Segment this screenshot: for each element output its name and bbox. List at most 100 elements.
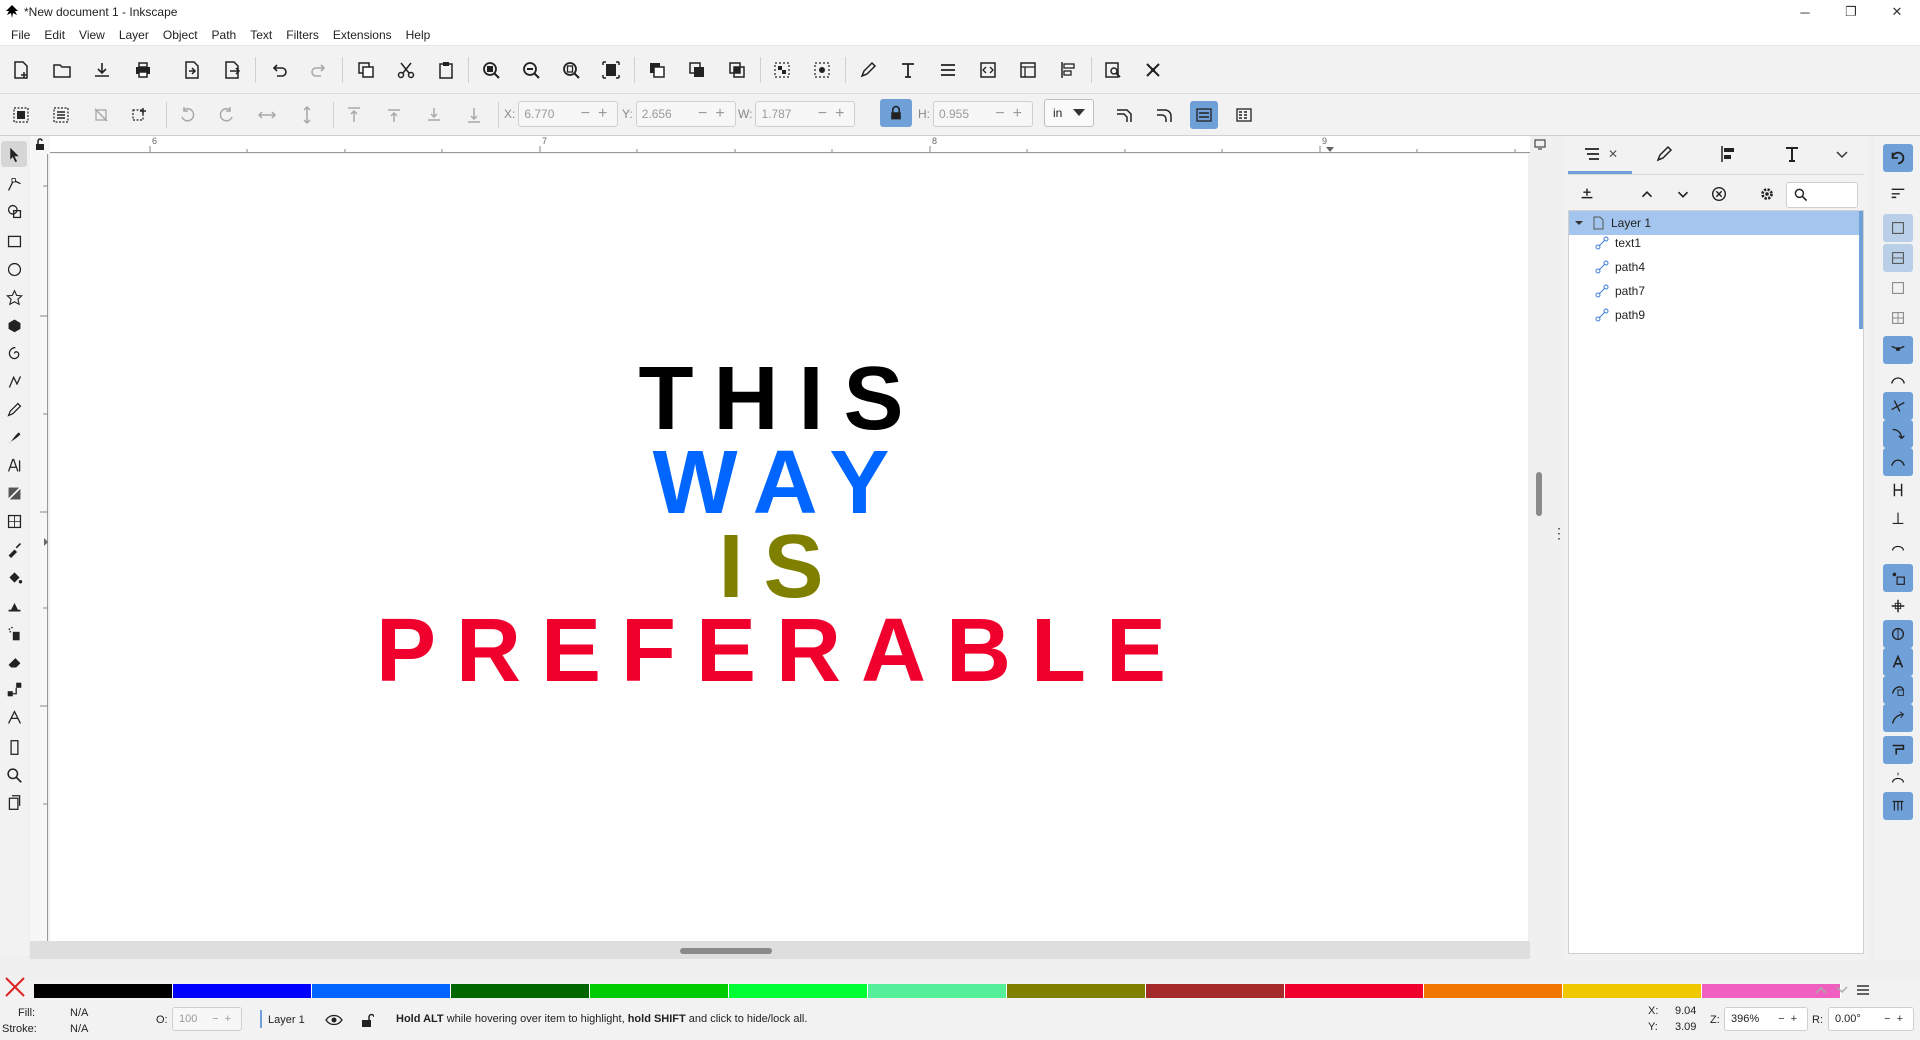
- h-input[interactable]: 0.955 −+: [933, 101, 1033, 127]
- current-layer[interactable]: Layer 1: [268, 1014, 305, 1026]
- flip-horizontal-icon[interactable]: [253, 101, 281, 129]
- menu-path[interactable]: Path: [205, 24, 244, 46]
- gradient-tool-icon[interactable]: [1, 480, 27, 506]
- pencil-tool-icon[interactable]: [1, 396, 27, 422]
- new-document-icon[interactable]: [7, 56, 35, 84]
- canvas-text-line[interactable]: PREFERABLE: [50, 606, 1520, 696]
- drawing-canvas[interactable]: THIS WAY IS PREFERABLE: [50, 154, 1528, 941]
- object-row[interactable]: path7: [1569, 279, 1859, 303]
- selector-tool-icon[interactable]: [1, 141, 27, 167]
- lock-proportions-button[interactable]: [880, 99, 912, 127]
- horizontal-scroll-thumb[interactable]: [680, 948, 772, 954]
- paste-icon[interactable]: [432, 56, 460, 84]
- eraser-tool-icon[interactable]: [1, 648, 27, 674]
- preferences-icon[interactable]: [1099, 56, 1127, 84]
- snap-perpendicular-icon[interactable]: [1883, 504, 1913, 532]
- redo-icon[interactable]: [305, 56, 333, 84]
- color-swatch[interactable]: [868, 984, 1007, 998]
- palette-scroll-down-icon[interactable]: [1836, 985, 1848, 995]
- display-mode-icon[interactable]: [1534, 138, 1546, 150]
- move-gradients-icon[interactable]: [1190, 101, 1218, 129]
- minimize-button[interactable]: ─: [1782, 0, 1828, 24]
- mesh-tool-icon[interactable]: [1, 508, 27, 534]
- color-swatch[interactable]: [590, 984, 729, 998]
- palette-menu-icon[interactable]: [1856, 984, 1870, 996]
- vertical-scrollbar[interactable]: [1530, 136, 1548, 941]
- menu-object[interactable]: Object: [156, 24, 205, 46]
- zoom-selection-icon[interactable]: [477, 56, 505, 84]
- stroke-value[interactable]: N/A: [70, 1023, 88, 1035]
- snap-page-margin-icon[interactable]: [1883, 764, 1913, 792]
- menu-text[interactable]: Text: [243, 24, 279, 46]
- group-icon[interactable]: [768, 56, 796, 84]
- snap-rotation-centers-icon[interactable]: [1883, 592, 1913, 620]
- snap-toggle-icon[interactable]: [1883, 144, 1913, 172]
- star-tool-icon[interactable]: [1, 284, 27, 310]
- color-swatch[interactable]: [1563, 984, 1702, 998]
- snap-tangential-icon[interactable]: [1883, 532, 1913, 560]
- menu-layer[interactable]: Layer: [112, 24, 156, 46]
- open-icon[interactable]: [48, 56, 76, 84]
- settings-button[interactable]: [1758, 180, 1776, 208]
- snap-mask-icon[interactable]: [1883, 704, 1913, 732]
- pages-tool-icon[interactable]: [1, 789, 27, 815]
- touch-selection-icon[interactable]: [126, 101, 154, 129]
- eye-icon[interactable]: [325, 1014, 343, 1026]
- snap-page-border-icon[interactable]: [1883, 736, 1913, 764]
- y-input[interactable]: 2.656 −+: [635, 101, 736, 127]
- snap-paths-icon[interactable]: [1883, 364, 1913, 392]
- color-swatch[interactable]: [312, 984, 451, 998]
- duplicate-icon[interactable]: [643, 56, 671, 84]
- tabs-overflow-button[interactable]: [1824, 136, 1860, 174]
- calligraphy-tool-icon[interactable]: [1, 424, 27, 450]
- scale-corners-icon[interactable]: [1150, 101, 1178, 129]
- snap-bbox-icon[interactable]: [1883, 214, 1913, 242]
- palette-scroll-up-icon[interactable]: [1815, 985, 1827, 995]
- select-all-layers-icon[interactable]: [47, 101, 75, 129]
- node-tool-icon[interactable]: [1, 171, 27, 197]
- xml-editor-icon[interactable]: [974, 56, 1002, 84]
- snap-text-anchor-icon[interactable]: [1883, 648, 1913, 676]
- vertical-scroll-thumb[interactable]: [1536, 472, 1542, 516]
- undo-icon[interactable]: [265, 56, 293, 84]
- spray-tool-icon[interactable]: [1, 620, 27, 646]
- color-swatch[interactable]: [1285, 984, 1424, 998]
- snap-nodes-icon[interactable]: [1883, 336, 1913, 364]
- menu-edit[interactable]: Edit: [37, 24, 72, 46]
- color-swatch[interactable]: [1424, 984, 1563, 998]
- opacity-spinbox[interactable]: 100 −+: [172, 1007, 242, 1031]
- clone-icon[interactable]: [683, 56, 711, 84]
- canvas-text-line[interactable]: IS: [50, 522, 1520, 612]
- zoom-page-icon[interactable]: [557, 56, 585, 84]
- paint-bucket-tool-icon[interactable]: [1, 564, 27, 590]
- measure-tool-icon[interactable]: [1, 734, 27, 760]
- move-up-button[interactable]: [1638, 180, 1656, 208]
- w-input[interactable]: 1.787 −+: [755, 101, 856, 127]
- flip-vertical-icon[interactable]: [293, 101, 321, 129]
- tab-close-icon[interactable]: ✕: [1608, 147, 1618, 161]
- lpe-tool-icon[interactable]: [1, 704, 27, 730]
- unlink-clone-icon[interactable]: [723, 56, 751, 84]
- tab-text-font[interactable]: [1760, 136, 1824, 174]
- export-icon[interactable]: [218, 56, 246, 84]
- copy-icon[interactable]: [352, 56, 380, 84]
- zoom-tool-icon[interactable]: [1, 762, 27, 788]
- tab-layers-objects[interactable]: ✕: [1568, 136, 1632, 174]
- snap-grids-icon[interactable]: [1883, 792, 1913, 820]
- tab-align-distribute[interactable]: [1696, 136, 1760, 174]
- remove-button[interactable]: [1710, 180, 1728, 208]
- tab-fill-stroke[interactable]: [1632, 136, 1696, 174]
- close-button[interactable]: ✕: [1874, 0, 1920, 24]
- lower-icon[interactable]: [420, 101, 448, 129]
- snap-bbox-midpoints-icon[interactable]: [1883, 274, 1913, 302]
- ellipse-tool-icon[interactable]: [1, 256, 27, 282]
- 3d-box-tool-icon[interactable]: [1, 312, 27, 338]
- rotate-ccw-icon[interactable]: [173, 101, 201, 129]
- menu-extensions[interactable]: Extensions: [326, 24, 399, 46]
- menu-help[interactable]: Help: [399, 24, 438, 46]
- print-icon[interactable]: [129, 56, 157, 84]
- snap-settings-icon[interactable]: [1139, 56, 1167, 84]
- spiral-tool-icon[interactable]: [1, 340, 27, 366]
- align-distribute-icon[interactable]: [1054, 56, 1082, 84]
- object-row[interactable]: path4: [1569, 255, 1859, 279]
